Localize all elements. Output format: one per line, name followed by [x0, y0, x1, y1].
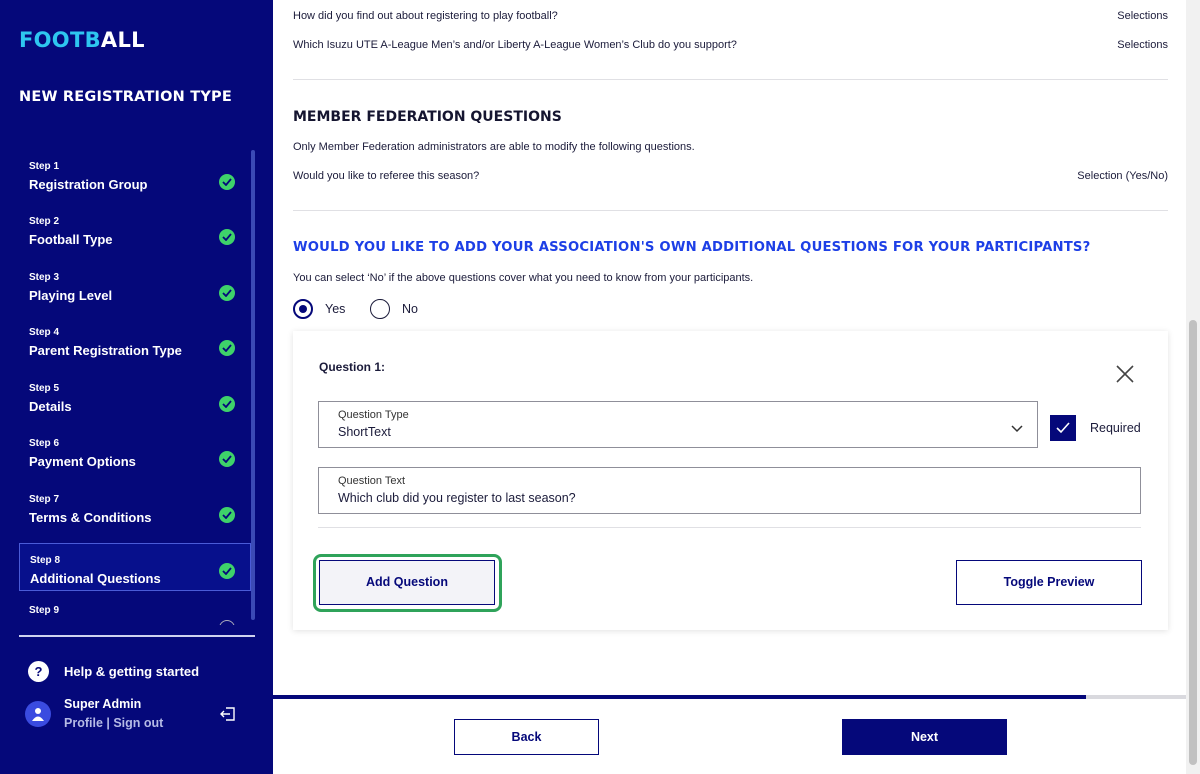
- question-card: Question 1: Question Type ShortText Requ…: [293, 331, 1168, 630]
- check-circle-icon: [219, 451, 235, 467]
- step-name: Payment Options: [29, 454, 136, 469]
- step-name: Parent Registration Type: [29, 343, 182, 358]
- step-item-9[interactable]: Step 9: [19, 594, 251, 625]
- profile-signout-links[interactable]: Profile | Sign out: [64, 716, 163, 730]
- question-title: Question 1:: [319, 360, 386, 374]
- question-row: Would you like to referee this season? S…: [293, 170, 1168, 182]
- add-question-button[interactable]: Add Question: [319, 560, 495, 605]
- step-item-3[interactable]: Step 3 Playing Level: [19, 261, 251, 309]
- question-type-value: ShortText: [338, 425, 391, 439]
- divider: [293, 210, 1168, 211]
- step-name: Playing Level: [29, 288, 113, 303]
- association-questions-note: You can select ‘No’ if the above questio…: [293, 272, 754, 284]
- sidebar-divider: [19, 635, 255, 637]
- step-item-2[interactable]: Step 2 Football Type: [19, 205, 251, 253]
- window-scrollbar[interactable]: [1186, 0, 1200, 774]
- step-name: Football Type: [29, 232, 113, 247]
- football-logo[interactable]: FOOTBALL: [19, 28, 145, 52]
- step-name: Terms & Conditions: [29, 510, 152, 525]
- toggle-preview-button[interactable]: Toggle Preview: [956, 560, 1142, 605]
- sidebar-scrollbar[interactable]: [251, 150, 255, 620]
- step-number: Step 4: [29, 327, 60, 338]
- radio-no-label[interactable]: No: [402, 302, 418, 316]
- pending-circle-icon: [219, 620, 235, 625]
- logo-part-1: FOOTB: [19, 28, 101, 52]
- check-circle-icon: [219, 174, 235, 190]
- user-name: Super Admin: [64, 697, 142, 711]
- question-type: Selections: [1117, 39, 1168, 51]
- check-circle-icon: [219, 340, 235, 356]
- step-number: Step 5: [29, 383, 60, 394]
- window-scrollbar-thumb[interactable]: [1189, 320, 1197, 765]
- step-number: Step 6: [29, 438, 60, 449]
- required-checkbox[interactable]: [1050, 415, 1076, 441]
- help-icon: ?: [28, 661, 49, 682]
- logo-part-2: ALL: [100, 28, 145, 52]
- radio-yes[interactable]: [293, 299, 313, 319]
- sidebar-title: NEW REGISTRATION TYPE: [19, 89, 232, 105]
- question-text-value[interactable]: Which club did you register to last seas…: [338, 491, 576, 505]
- member-federation-note: Only Member Federation administrators ar…: [293, 141, 695, 153]
- question-row: Which Isuzu UTE A-League Men’s and/or Li…: [293, 39, 1168, 51]
- question-text-label: Question Text: [338, 475, 406, 487]
- step-number: Step 7: [29, 494, 60, 505]
- step-item-8-active[interactable]: Step 8 Additional Questions: [19, 543, 251, 591]
- sidebar: FOOTBALL NEW REGISTRATION TYPE Step 1 Re…: [0, 0, 273, 774]
- step-list: Step 1 Registration Group Step 2 Footbal…: [19, 150, 251, 625]
- check-circle-icon: [219, 396, 235, 412]
- step-number: Step 8: [30, 555, 61, 566]
- association-questions-title: WOULD YOU LIKE TO ADD YOUR ASSOCIATION'S…: [293, 240, 1091, 255]
- check-circle-icon: [219, 285, 235, 301]
- step-item-5[interactable]: Step 5 Details: [19, 372, 251, 420]
- step-number: Step 1: [29, 161, 60, 172]
- radio-yes-label[interactable]: Yes: [325, 302, 345, 316]
- question-text: Which Isuzu UTE A-League Men’s and/or Li…: [293, 39, 737, 51]
- help-label: Help & getting started: [64, 664, 200, 679]
- radio-no[interactable]: [370, 299, 390, 319]
- step-number: Step 9: [29, 605, 60, 616]
- step-item-7[interactable]: Step 7 Terms & Conditions: [19, 483, 251, 531]
- next-button[interactable]: Next: [842, 719, 1007, 755]
- question-type: Selection (Yes/No): [1077, 170, 1168, 182]
- step-name: Details: [29, 399, 72, 414]
- footer: Back Next: [273, 699, 1186, 774]
- user-avatar-icon: [25, 701, 51, 727]
- required-label[interactable]: Required: [1090, 421, 1141, 435]
- step-item-4[interactable]: Step 4 Parent Registration Type: [19, 316, 251, 364]
- back-button[interactable]: Back: [454, 719, 599, 755]
- question-text: How did you find out about registering t…: [293, 10, 558, 22]
- check-circle-icon: [219, 507, 235, 523]
- step-number: Step 2: [29, 216, 60, 227]
- main-content: How did you find out about registering t…: [273, 0, 1186, 774]
- step-item-6[interactable]: Step 6 Payment Options: [19, 427, 251, 475]
- step-name: Registration Group: [29, 177, 148, 192]
- step-item-1[interactable]: Step 1 Registration Group: [19, 150, 251, 198]
- question-type-label: Question Type: [338, 409, 409, 421]
- question-type: Selections: [1117, 10, 1168, 22]
- step-name: Additional Questions: [30, 571, 161, 586]
- close-icon[interactable]: [1115, 364, 1135, 384]
- question-row: How did you find out about registering t…: [293, 10, 1168, 22]
- step-number: Step 3: [29, 272, 60, 283]
- logout-icon[interactable]: [220, 706, 236, 727]
- member-federation-title: MEMBER FEDERATION QUESTIONS: [293, 109, 562, 125]
- question-text: Would you like to referee this season?: [293, 170, 480, 182]
- question-text-input[interactable]: Question Text Which club did you registe…: [318, 467, 1141, 514]
- divider: [293, 79, 1168, 80]
- check-circle-icon: [219, 563, 235, 579]
- divider: [318, 527, 1141, 528]
- chevron-down-icon: [1011, 420, 1023, 438]
- check-circle-icon: [219, 229, 235, 245]
- question-type-select[interactable]: Question Type ShortText: [318, 401, 1038, 448]
